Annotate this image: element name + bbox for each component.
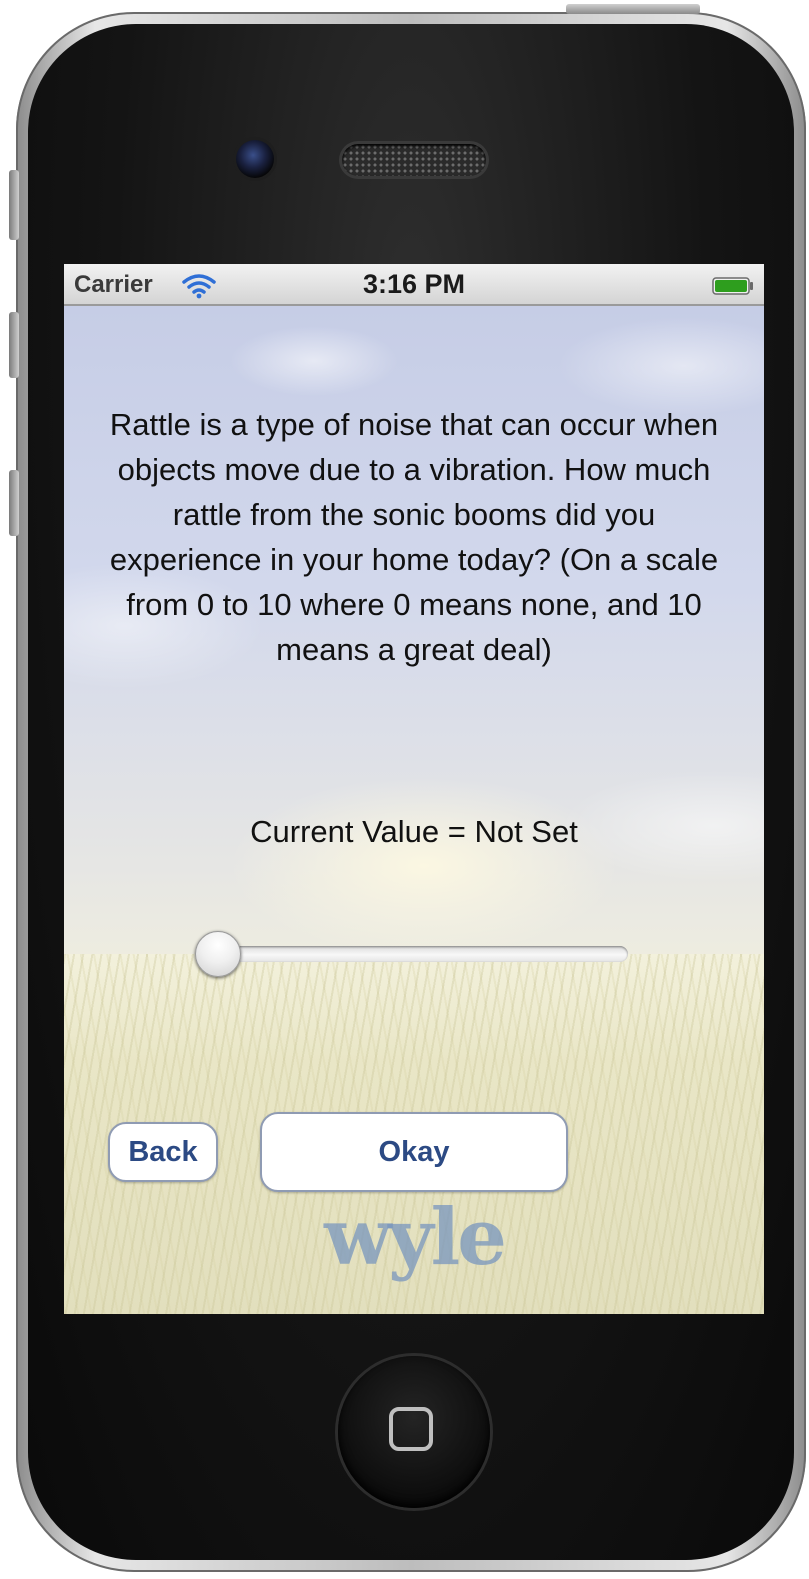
home-button[interactable] [338, 1356, 490, 1508]
sleep-button [566, 4, 700, 14]
home-square-icon [389, 1407, 433, 1451]
current-value-separator: = [439, 814, 475, 849]
rattle-slider-thumb[interactable] [195, 931, 241, 977]
mute-switch [9, 170, 19, 240]
wyle-logo: wyle [324, 1192, 507, 1283]
rattle-slider-track[interactable] [204, 946, 628, 962]
status-bar: Carrier 3:16 PM [64, 264, 764, 306]
back-button[interactable]: Back [108, 1122, 218, 1182]
okay-button[interactable]: Okay [260, 1112, 568, 1192]
page: Carrier 3:16 PM Rattle is a type of nois… [0, 0, 809, 1579]
status-time: 3:16 PM [362, 269, 466, 299]
earpiece-speaker [342, 144, 486, 176]
battery-icon [712, 277, 753, 295]
volume-up-button [9, 312, 19, 378]
current-value-value: Not Set [474, 814, 578, 849]
question-text: Rattle is a type of noise that can occur… [109, 407, 719, 667]
volume-down-button [9, 470, 19, 536]
current-value-label: Current Value [250, 814, 440, 849]
current-value-readout: Current Value = Not Set [64, 814, 764, 850]
front-camera [236, 140, 274, 178]
screen: Carrier 3:16 PM Rattle is a type of nois… [64, 264, 764, 1314]
